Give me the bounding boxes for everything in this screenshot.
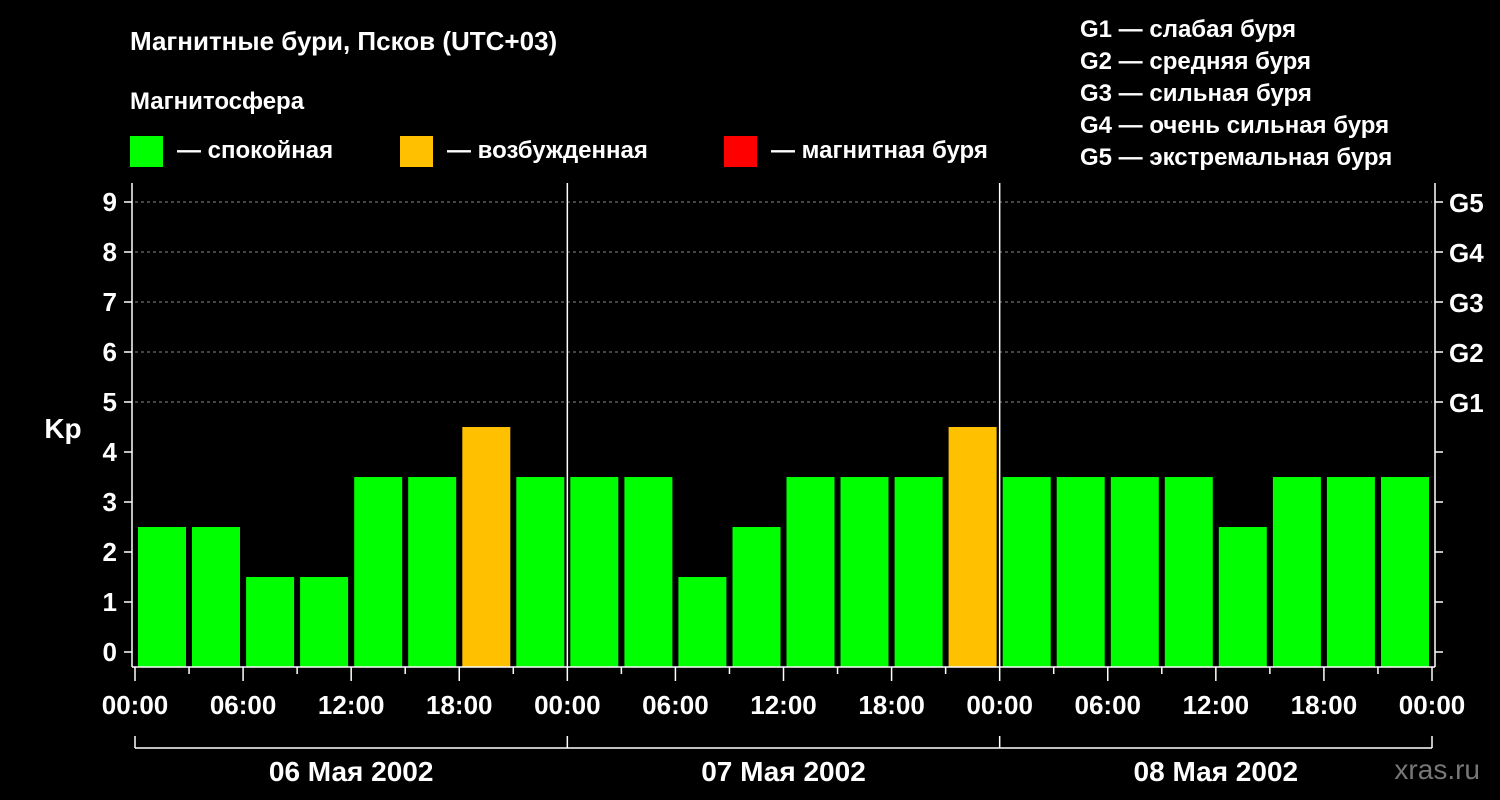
y-tick-label: 8 bbox=[103, 237, 117, 267]
storm-level-label: G5 bbox=[1449, 188, 1484, 218]
kp-bars bbox=[138, 427, 1429, 667]
x-tick-label: 12:00 bbox=[1183, 690, 1250, 720]
y-tick-label: 6 bbox=[103, 337, 117, 367]
y-tick-label: 9 bbox=[103, 187, 117, 217]
kp-bar bbox=[1272, 477, 1321, 667]
y-tick-label: 1 bbox=[103, 587, 117, 617]
kp-bar bbox=[1326, 477, 1375, 667]
x-tick-label: 06:00 bbox=[1075, 690, 1142, 720]
kp-bar bbox=[138, 527, 186, 667]
x-tick-label: 00:00 bbox=[966, 690, 1033, 720]
legend-label-storm: — магнитная буря bbox=[771, 137, 988, 164]
storm-scale-g5: G5 — экстремальная буря bbox=[1080, 144, 1392, 171]
kp-bar bbox=[192, 527, 240, 667]
y-tick-label: 3 bbox=[103, 487, 117, 517]
kp-bar bbox=[246, 577, 295, 667]
chart-title: Магнитные бури, Псков (UTC+03) bbox=[130, 26, 557, 56]
kp-bar bbox=[732, 527, 781, 667]
storm-level-label: G3 bbox=[1449, 288, 1484, 318]
kp-chart: Магнитные бури, Псков (UTC+03) Магнитосф… bbox=[44, 16, 1484, 787]
kp-bar bbox=[840, 477, 889, 667]
x-tick-label: 18:00 bbox=[426, 690, 493, 720]
kp-bar bbox=[408, 477, 457, 667]
legend-swatch-storm bbox=[724, 136, 757, 167]
grid-lines bbox=[135, 201, 1432, 403]
x-tick-label: 18:00 bbox=[858, 690, 925, 720]
storm-level-label: G2 bbox=[1449, 338, 1484, 368]
y-tick-label: 4 bbox=[103, 437, 118, 467]
kp-bar bbox=[624, 477, 673, 667]
kp-bar bbox=[1164, 477, 1213, 667]
legend-swatch-excited bbox=[400, 136, 433, 167]
x-tick-label: 18:00 bbox=[1291, 690, 1358, 720]
x-tick-label: 00:00 bbox=[1399, 690, 1466, 720]
storm-scale-g3: G3 — сильная буря bbox=[1080, 80, 1312, 107]
x-tick-label: 06:00 bbox=[210, 690, 277, 720]
kp-bar bbox=[678, 577, 727, 667]
kp-bar bbox=[948, 427, 997, 667]
legend-label-calm: — спокойная bbox=[177, 137, 333, 164]
legend-swatch-calm bbox=[130, 136, 163, 167]
kp-bar bbox=[516, 477, 565, 667]
date-label: 06 Мая 2002 bbox=[269, 756, 434, 787]
y-axis-label: Kp bbox=[44, 413, 81, 444]
x-tick-label: 00:00 bbox=[102, 690, 169, 720]
kp-bar bbox=[354, 477, 403, 667]
storm-scale-g1: G1 — слабая буря bbox=[1080, 16, 1296, 43]
kp-bar bbox=[462, 427, 511, 667]
storm-level-label: G4 bbox=[1449, 238, 1484, 268]
kp-bar bbox=[1110, 477, 1159, 667]
y-tick-label: 2 bbox=[103, 537, 117, 567]
storm-scale-g4: G4 — очень сильная буря bbox=[1080, 112, 1389, 139]
legend-label-excited: — возбужденная bbox=[447, 137, 648, 164]
kp-bar bbox=[894, 477, 943, 667]
y-tick-label: 5 bbox=[103, 387, 117, 417]
kp-bar bbox=[570, 477, 619, 667]
watermark: xras.ru bbox=[1394, 754, 1480, 785]
kp-bar bbox=[1056, 477, 1105, 667]
magnetosphere-label: Магнитосфера bbox=[130, 88, 305, 115]
kp-bar bbox=[786, 477, 835, 667]
x-tick-label: 12:00 bbox=[318, 690, 385, 720]
kp-bar bbox=[1218, 527, 1267, 667]
y-tick-label: 0 bbox=[103, 637, 117, 667]
storm-scale-g2: G2 — средняя буря bbox=[1080, 48, 1311, 75]
x-tick-label: 12:00 bbox=[750, 690, 817, 720]
kp-bar bbox=[300, 577, 349, 667]
storm-level-label: G1 bbox=[1449, 388, 1484, 418]
kp-bar bbox=[1002, 477, 1051, 667]
y-tick-label: 7 bbox=[103, 287, 117, 317]
x-tick-label: 00:00 bbox=[534, 690, 601, 720]
date-label: 07 Мая 2002 bbox=[701, 756, 866, 787]
date-label: 08 Мая 2002 bbox=[1134, 756, 1299, 787]
x-tick-label: 06:00 bbox=[642, 690, 709, 720]
kp-bar bbox=[1381, 477, 1429, 667]
